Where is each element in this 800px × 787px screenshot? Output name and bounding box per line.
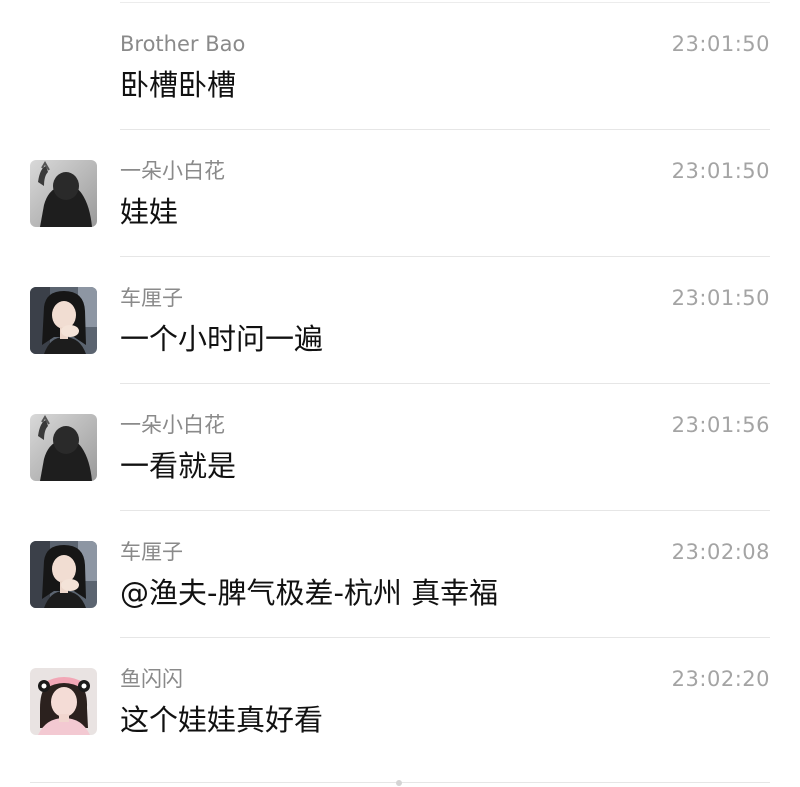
sender-name[interactable]: 一朵小白花 — [120, 412, 225, 438]
message-time: 23:01:56 — [671, 413, 770, 437]
chat-message[interactable]: 车厘子 23:02:08 @渔夫-脾气极差-杭州 真幸福 — [0, 511, 800, 638]
sender-name[interactable]: 车厘子 — [120, 539, 183, 565]
message-text[interactable]: 一个小时问一遍 — [120, 321, 323, 357]
woman-portrait-avatar-icon — [30, 287, 97, 354]
message-text[interactable]: 一看就是 — [120, 448, 236, 484]
chat-message[interactable]: 鱼闪闪 23:02:20 这个娃娃真好看 — [0, 638, 800, 765]
page-indicator-dot — [396, 780, 402, 786]
message-text[interactable]: 卧槽卧槽 — [120, 67, 236, 103]
message-text[interactable]: @渔夫-脾气极差-杭州 真幸福 — [120, 575, 498, 611]
girl-pink-headband-avatar-icon — [30, 668, 97, 735]
message-text[interactable]: 这个娃娃真好看 — [120, 702, 323, 738]
sender-name[interactable]: 车厘子 — [120, 285, 183, 311]
sender-name[interactable]: 一朵小白花 — [120, 158, 225, 184]
message-time: 23:01:50 — [671, 286, 770, 310]
message-text[interactable]: 娃娃 — [120, 194, 178, 230]
message-time: 23:02:08 — [671, 540, 770, 564]
avatar[interactable] — [30, 287, 97, 354]
chat-message[interactable]: 一朵小白花 23:01:50 娃娃 — [0, 130, 800, 257]
message-time: 23:02:20 — [671, 667, 770, 691]
chat-message[interactable]: 一朵小白花 23:01:56 一看就是 — [0, 384, 800, 511]
avatar[interactable] — [30, 668, 97, 735]
hooded-figure-avatar-icon — [30, 414, 97, 481]
avatar[interactable] — [30, 160, 97, 227]
avatar[interactable] — [30, 414, 97, 481]
hooded-figure-avatar-icon — [30, 160, 97, 227]
sender-name[interactable]: 鱼闪闪 — [120, 666, 183, 692]
chat-message[interactable]: Brother Bao 23:01:50 卧槽卧槽 — [0, 3, 800, 130]
message-time: 23:01:50 — [671, 32, 770, 56]
avatar[interactable] — [30, 541, 97, 608]
chat-message[interactable]: 车厘子 23:01:50 一个小时问一遍 — [0, 257, 800, 384]
sender-name[interactable]: Brother Bao — [120, 31, 245, 57]
message-time: 23:01:50 — [671, 159, 770, 183]
woman-portrait-avatar-icon — [30, 541, 97, 608]
